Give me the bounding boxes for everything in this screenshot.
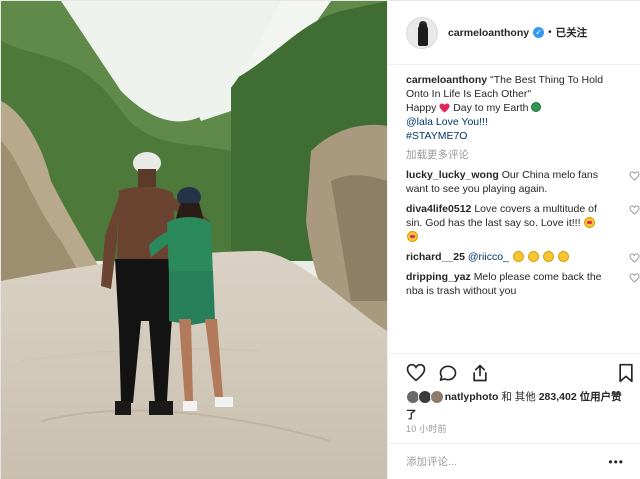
comment-like-heart-icon[interactable] [629,205,640,215]
comment-username[interactable]: diva4life0512 [406,203,471,215]
liker-avatar-icon [429,390,444,404]
author-username[interactable]: carmeloanthony [448,27,529,39]
post-side-panel: carmeloanthony ✓ • 已关注 carmeloanthony "T… [387,1,640,479]
likes-summary: natlyphoto 和 其他 283,402 位用户赞了 [406,390,632,422]
caption-hashtag[interactable]: #STAYME7O [406,130,467,142]
comment-username[interactable]: lucky_lucky_wong [406,169,499,181]
liker-avatars [406,390,444,408]
comment-item: richard__25 @riicco_ [406,250,640,264]
comment-input[interactable] [406,456,596,468]
comment-mention[interactable]: @riicco_ [468,251,509,263]
earth-globe-emoji-icon [531,102,542,112]
load-more-comments-link[interactable]: 加载更多评论 [406,147,628,162]
follow-status-button[interactable]: 已关注 [556,25,588,40]
caption-day: Day to my Earth [453,102,529,114]
likes-count[interactable]: 283,402 [539,391,577,403]
red-heart-emoji-icon [439,103,450,113]
laughing-emoji-icon [542,251,554,262]
comment-username[interactable]: richard__25 [406,251,465,263]
comment-item: dripping_yaz Melo please come back the n… [406,270,640,298]
heart-icon[interactable] [406,363,426,382]
laughing-emoji-icon [527,251,539,262]
verified-badge-icon: ✓ [533,27,545,38]
author-avatar[interactable] [406,16,438,49]
comment-item: lucky_lucky_wong Our China melo fans wan… [406,168,640,196]
more-options-icon[interactable]: ••• [608,455,624,469]
comment-like-heart-icon[interactable] [629,273,640,283]
share-icon[interactable] [470,363,490,383]
post-photo[interactable] [1,1,387,479]
caption-mention-line[interactable]: @lala Love You!!! [406,116,488,128]
heart-eyes-emoji-icon [584,217,596,228]
comment-icon[interactable] [438,363,458,383]
laughing-emoji-icon [557,251,569,262]
post-timestamp[interactable]: 10 小时前 [406,422,447,435]
caption-username[interactable]: carmeloanthony [406,74,487,86]
post-actions: natlyphoto 和 其他 283,402 位用户赞了 10 小时前 [388,353,640,443]
photo-illustration [1,1,387,479]
comment-item: diva4life0512 Love covers a multitude of… [406,202,640,244]
comment-username[interactable]: dripping_yaz [406,271,471,283]
comment-like-heart-icon[interactable] [629,171,640,181]
post-header: carmeloanthony ✓ • 已关注 [388,1,640,65]
add-comment-bar: ••• [388,443,640,479]
caption: carmeloanthony "The Best Thing To Hold O… [406,73,628,143]
laughing-emoji-icon [512,251,524,262]
bookmark-icon[interactable] [618,363,634,383]
caption-happy: Happy [406,102,437,114]
separator-dot: • [548,27,552,38]
liker-username[interactable]: natlyphoto [445,391,499,403]
comment-like-heart-icon[interactable] [629,253,640,263]
likes-and-others: 和 其他 [501,391,536,403]
post-modal: carmeloanthony ✓ • 已关注 carmeloanthony "T… [0,0,640,479]
heart-eyes-emoji-icon [407,231,418,242]
comments-section: carmeloanthony "The Best Thing To Hold O… [406,73,640,298]
